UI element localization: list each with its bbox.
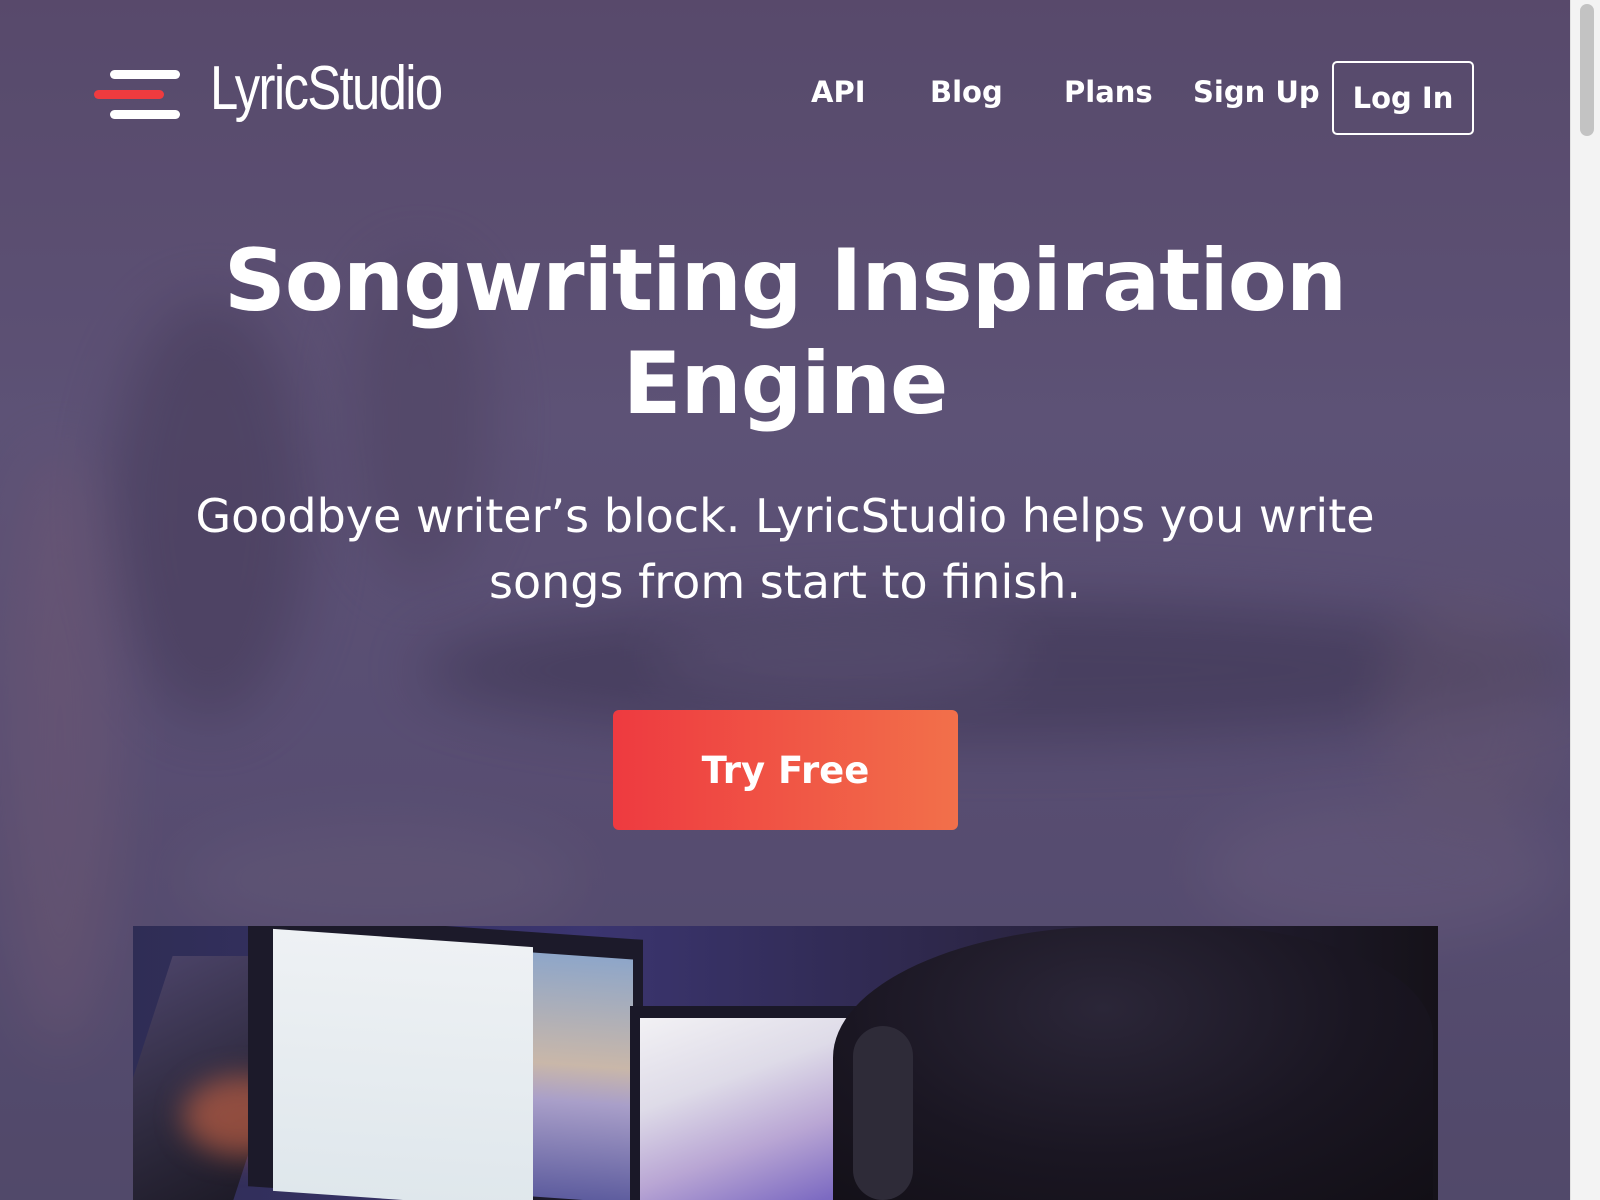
nav-link-blog[interactable]: Blog bbox=[930, 75, 1003, 109]
logo-link[interactable]: LyricStudio bbox=[94, 58, 492, 120]
try-free-button[interactable]: Try Free bbox=[613, 710, 958, 830]
studio-photo bbox=[133, 926, 1438, 1200]
left-monitor-screen bbox=[273, 928, 533, 1200]
site-header: LyricStudio API Blog Plans Sign Up Log I… bbox=[0, 0, 1570, 200]
vertical-scrollbar[interactable] bbox=[1570, 0, 1600, 1200]
nav-link-plans[interactable]: Plans bbox=[1064, 75, 1153, 109]
nav-link-api[interactable]: API bbox=[811, 75, 866, 109]
hero-subtitle: Goodbye writer’s block. LyricStudio help… bbox=[195, 489, 1375, 609]
nav-link-sign-up[interactable]: Sign Up bbox=[1193, 75, 1320, 109]
headphones-shape bbox=[853, 1026, 913, 1200]
person-silhouette bbox=[833, 926, 1433, 1200]
brand-name: LyricStudio bbox=[210, 54, 443, 123]
login-button[interactable]: Log In bbox=[1332, 61, 1474, 135]
left-monitor-wallpaper bbox=[533, 952, 633, 1200]
scrollbar-thumb[interactable] bbox=[1580, 4, 1594, 136]
menu-lines-icon bbox=[94, 59, 184, 119]
page: LyricStudio API Blog Plans Sign Up Log I… bbox=[0, 0, 1600, 1200]
hero-title: Songwriting Inspiration Engine bbox=[223, 231, 1347, 434]
